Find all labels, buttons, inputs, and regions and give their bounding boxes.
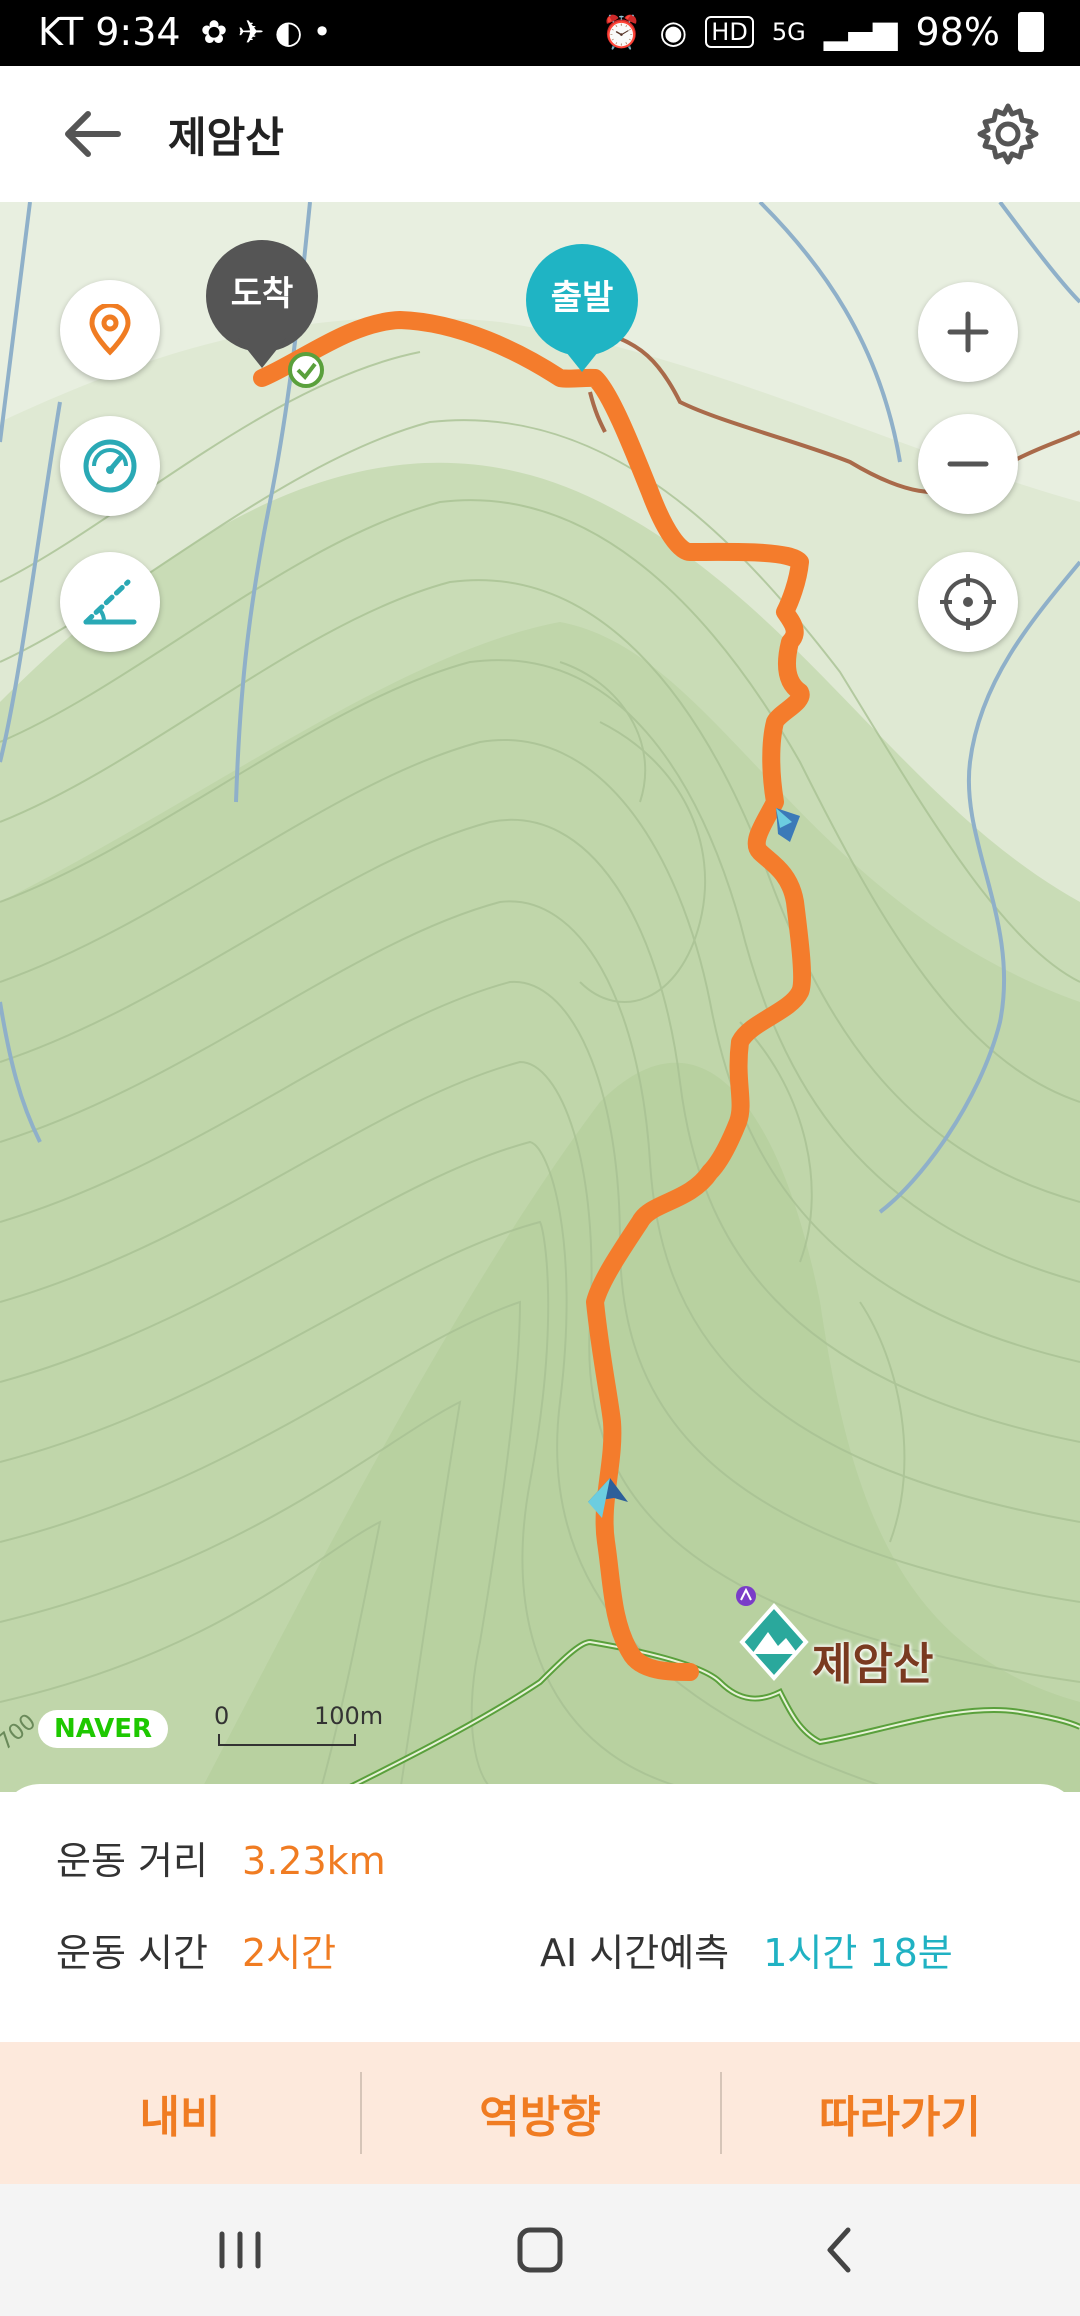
map-view[interactable]: 도착 출발 제암산 700 NAVER 0 100m [0,202,1080,1792]
map-scale: 0 100m [214,1702,383,1746]
recenter-button[interactable] [918,552,1018,652]
alarm-icon: ⏰ [601,13,642,51]
map-pin-icon [89,304,131,356]
navi-button[interactable]: 내비 [0,2042,360,2184]
reverse-button[interactable]: 역방향 [360,2042,720,2184]
speed-button[interactable] [60,416,160,516]
arrive-pin-label: 도착 [206,240,318,352]
back-nav-button[interactable] [800,2218,880,2282]
scale-zero: 0 [214,1702,230,1730]
distance-row: 운동 거리 3.23km [56,1830,386,1885]
stats-panel: 운동 거리 3.23km 운동 시간 2시간 AI 시간예측 1시간 18분 [0,1784,1080,2042]
arrive-pin[interactable]: 도착 [206,240,318,368]
follow-button[interactable]: 따라가기 [720,2042,1080,2184]
location-icon: ◉ [659,13,688,51]
chevron-left-icon [827,2227,851,2273]
naver-logo: NAVER [38,1710,169,1748]
zoom-in-button[interactable] [918,282,1018,382]
app-header: 제암산 [0,66,1080,202]
battery-percent: 98% [915,10,1000,54]
arrow-left-icon [65,111,121,157]
distance-value: 3.23km [242,1839,386,1883]
depart-pin-label: 출발 [526,244,638,356]
ai-value: 1시간 18분 [763,1931,953,1975]
ai-prediction-row: AI 시간예측 1시간 18분 [540,1922,953,1977]
home-button[interactable] [500,2218,580,2282]
hd-icon: HD [705,16,754,48]
status-bar: KT 9:34 ✿ ✈ ◐ • ⏰ ◉ HD 5G ▂▄▆ 98% [0,0,1080,66]
speedometer-icon [83,439,137,493]
depart-pin[interactable]: 출발 [526,244,638,372]
crosshair-icon [940,574,996,630]
scale-max: 100m [314,1702,384,1730]
slope-icon [83,579,137,625]
time-label: 운동 시간 [56,1931,208,1975]
home-icon [517,2227,563,2273]
time-value: 2시간 [242,1931,337,1975]
ai-label: AI 시간예측 [540,1931,730,1975]
plus-icon [947,311,989,353]
back-button[interactable] [60,106,124,162]
system-nav-bar [0,2184,1080,2316]
zoom-out-button[interactable] [918,414,1018,514]
network-icon: 5G [771,18,806,46]
map-canvas [0,202,1080,1792]
action-bar: 내비 역방향 따라가기 [0,2042,1080,2184]
minus-icon [947,461,989,467]
elevation-button[interactable] [60,552,160,652]
carrier-time: KT 9:34 [38,10,181,54]
recent-apps-icon [219,2231,261,2269]
peak-label: 제암산 [812,1639,934,1690]
signal-icon: ▂▄▆ [823,13,898,51]
time-row: 운동 시간 2시간 [56,1922,336,1977]
location-button[interactable] [60,280,160,380]
page-title: 제암산 [168,113,284,162]
recent-apps-button[interactable] [200,2220,280,2280]
settings-button[interactable] [976,102,1040,166]
notification-icons: ✿ ✈ ◐ • [200,13,332,51]
gear-icon [977,103,1039,165]
battery-icon [1018,12,1044,52]
distance-label: 운동 거리 [56,1839,208,1883]
